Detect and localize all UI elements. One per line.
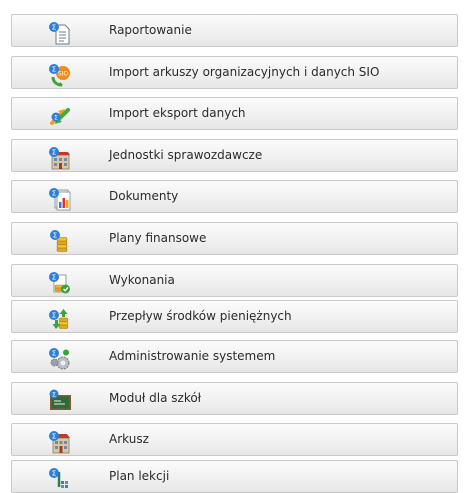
menu-item-label: Jednostki sprawozdawcze — [109, 148, 263, 162]
svg-text:Σ: Σ — [53, 232, 57, 240]
coin-stack-icon: Σ — [48, 229, 72, 253]
school-board-icon: Σ — [48, 389, 72, 413]
svg-text:Σ: Σ — [54, 114, 58, 121]
menu-item-label: Dokumenty — [109, 189, 179, 203]
report-document-icon: Σ — [48, 21, 72, 45]
execution-check-icon: Σ — [48, 271, 72, 295]
menu-item-plan-lekcji[interactable]: Σ Plan lekcji — [11, 460, 458, 493]
menu-item-raportowanie[interactable]: Σ Raportowanie — [11, 14, 458, 47]
menu-item-import-eksport[interactable]: Σ Import eksport danych — [11, 97, 458, 130]
menu-item-label: Arkusz — [109, 432, 149, 446]
svg-text:Σ: Σ — [52, 312, 56, 320]
svg-text:SIO: SIO — [58, 71, 69, 78]
menu-item-label: Plany finansowe — [109, 231, 207, 245]
menu-item-arkusz[interactable]: Σ Arkusz — [11, 423, 458, 456]
module-menu: Σ Raportowanie SIO Σ Import arkuszy orga… — [0, 0, 465, 493]
svg-text:Σ: Σ — [52, 470, 56, 478]
svg-text:Σ: Σ — [52, 190, 56, 198]
menu-item-label: Plan lekcji — [109, 469, 170, 483]
menu-item-modul-dla-szkol[interactable]: Σ Moduł dla szkół — [11, 382, 458, 415]
menu-item-label: Import eksport danych — [109, 106, 246, 120]
menu-item-przeplyw-srodkow[interactable]: Σ Przepływ środków pieniężnych — [11, 300, 458, 333]
menu-item-label: Raportowanie — [109, 23, 192, 37]
cash-flow-icon: Σ — [48, 307, 72, 331]
sio-import-icon: SIO Σ — [48, 63, 72, 87]
svg-text:Σ: Σ — [52, 149, 56, 157]
svg-text:Σ: Σ — [52, 24, 56, 32]
svg-text:Σ: Σ — [52, 274, 56, 282]
menu-item-label: Administrowanie systemem — [109, 349, 276, 363]
menu-item-label: Import arkuszy organizacyjnych i danych … — [109, 65, 380, 79]
menu-item-administrowanie[interactable]: Σ Administrowanie systemem — [11, 340, 458, 373]
svg-text:Σ: Σ — [52, 350, 56, 358]
menu-item-label: Wykonania — [109, 273, 175, 287]
menu-item-dokumenty[interactable]: Σ Dokumenty — [11, 180, 458, 213]
menu-item-wykonania[interactable]: Σ Wykonania — [11, 264, 458, 297]
menu-item-plany-finansowe[interactable]: Σ Plany finansowe — [11, 222, 458, 255]
menu-item-jednostki[interactable]: Σ Jednostki sprawozdawcze — [11, 139, 458, 172]
svg-text:Σ: Σ — [52, 433, 56, 441]
gears-settings-icon: Σ — [48, 347, 72, 371]
building-units-icon: Σ — [48, 146, 72, 170]
sheet-building-icon: Σ — [48, 430, 72, 454]
documents-chart-icon: Σ — [48, 187, 72, 211]
svg-text:Σ: Σ — [52, 66, 56, 74]
menu-item-import-arkuszy[interactable]: SIO Σ Import arkuszy organizacyjnych i d… — [11, 56, 458, 89]
menu-item-label: Moduł dla szkół — [109, 391, 202, 405]
import-export-arrows-icon: Σ — [48, 104, 72, 128]
menu-item-label: Przepływ środków pieniężnych — [109, 309, 292, 323]
lesson-plan-icon: Σ — [48, 467, 72, 491]
svg-text:Σ: Σ — [52, 390, 56, 398]
